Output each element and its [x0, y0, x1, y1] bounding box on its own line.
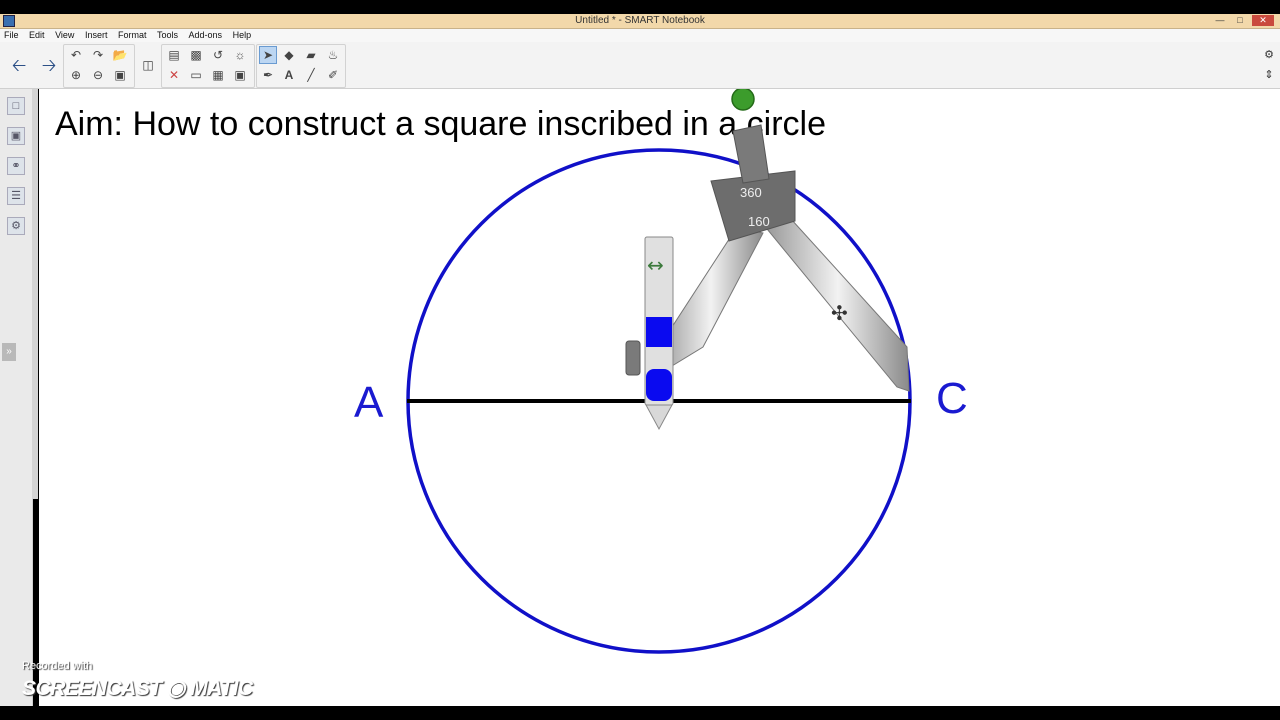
- pens-icon[interactable]: ✒: [259, 66, 277, 84]
- watermark-logo-ring-icon: ◉: [167, 677, 185, 700]
- menu-insert[interactable]: Insert: [81, 29, 112, 42]
- undo-icon[interactable]: ↶: [67, 46, 85, 64]
- addons-icon[interactable]: ⚙: [7, 217, 25, 235]
- menu-tools[interactable]: Tools: [153, 29, 182, 42]
- menu-edit[interactable]: Edit: [25, 29, 49, 42]
- compass-pencil-lead-upper: [646, 317, 672, 347]
- screen-shade-icon[interactable]: ▭: [187, 66, 205, 84]
- eraser-icon[interactable]: ▰: [302, 46, 320, 64]
- toolbar: 🡠 🡢 ↶ ↷ 📂 ⊕ ⊖ ▣ ◫ ▤ ▩ ↺ ☼ ✕ ▭ ▦ ▣ ➤ ◆ ▰ …: [0, 42, 1280, 89]
- compass-pencil-lead-lower: [646, 369, 672, 401]
- menu-addons[interactable]: Add-ons: [185, 29, 227, 42]
- window-title: Untitled * - SMART Notebook: [575, 15, 705, 26]
- settings-gear-icon[interactable]: ⚙: [1262, 48, 1276, 62]
- open-file-icon[interactable]: 📂: [111, 46, 129, 64]
- resize-arrows-icon[interactable]: ↔: [647, 253, 664, 277]
- svg-text:C: C: [936, 374, 968, 423]
- compass-pencil-clamp[interactable]: [625, 340, 641, 376]
- delete-page-icon[interactable]: ⊖: [89, 66, 107, 84]
- gallery-icon[interactable]: ▣: [7, 127, 25, 145]
- redo-icon[interactable]: ↷: [89, 46, 107, 64]
- minimize-icon[interactable]: —: [1212, 15, 1228, 26]
- screen-bottom-strip: [0, 706, 1280, 720]
- close-icon[interactable]: ✕: [1252, 15, 1274, 26]
- menu-format[interactable]: Format: [114, 29, 151, 42]
- maximize-icon[interactable]: □: [1232, 15, 1248, 26]
- menu-file[interactable]: File: [0, 29, 23, 42]
- save-icon[interactable]: ▣: [111, 66, 129, 84]
- menu-help[interactable]: Help: [229, 29, 256, 42]
- compass-angle-label: 360: [740, 185, 762, 200]
- text-icon[interactable]: A: [280, 66, 298, 84]
- attachments-icon[interactable]: ⚭: [7, 157, 25, 175]
- label-c: C: [936, 374, 968, 423]
- display-icon[interactable]: ◫: [139, 56, 157, 74]
- compass-handle[interactable]: [732, 124, 770, 184]
- compass-radius-label: 160: [748, 214, 770, 229]
- svg-text:A: A: [354, 378, 384, 427]
- construction-drawing: A C 360 160 ↔ ✣: [354, 89, 968, 654]
- sidebar-expand-icon[interactable]: »: [2, 343, 16, 361]
- full-screen-icon[interactable]: ▣: [231, 66, 249, 84]
- side-tab-panel: □ ▣ ⚭ ☰ ⚙ »: [0, 89, 33, 710]
- screen-capture-icon[interactable]: ▩: [187, 46, 205, 64]
- forward-arrow-icon[interactable]: 🡢: [37, 53, 61, 77]
- shapes-icon[interactable]: ◆: [280, 46, 298, 64]
- magic-pen-icon[interactable]: ✐: [324, 66, 342, 84]
- back-arrow-icon[interactable]: 🡠: [7, 53, 31, 77]
- watermark-matic: MATIC: [190, 677, 253, 700]
- line-icon[interactable]: ╱: [302, 66, 320, 84]
- move-cursor-icon: ✣: [831, 301, 848, 325]
- toolbar-move-icon[interactable]: ⇕: [1262, 68, 1276, 82]
- select-icon[interactable]: ➤: [259, 46, 277, 64]
- watermark-screencast: SCREENCAST: [22, 677, 162, 700]
- compass-pencil-leg[interactable]: [658, 226, 764, 370]
- fill-icon[interactable]: ♨: [324, 46, 342, 64]
- delete-icon[interactable]: ✕: [165, 66, 183, 84]
- compass-rotate-handle[interactable]: [731, 89, 755, 111]
- watermark-logo: SCREENCAST ◉ MATIC: [22, 676, 253, 701]
- page-sorter-icon[interactable]: □: [7, 97, 25, 115]
- menu-bar: File Edit View Insert Format Tools Add-o…: [0, 29, 1280, 42]
- screen-top-strip: [0, 0, 1280, 14]
- menu-view[interactable]: View: [51, 29, 78, 42]
- capture-icon[interactable]: ☼: [231, 46, 249, 64]
- compass-pencil-tip: [645, 404, 673, 431]
- properties-icon[interactable]: ☰: [7, 187, 25, 205]
- sidebar-scrollbar[interactable]: [32, 89, 38, 499]
- page-reset-icon[interactable]: ↺: [209, 46, 227, 64]
- add-page-icon[interactable]: ⊕: [67, 66, 85, 84]
- watermark-recorded-with: Recorded with: [22, 660, 93, 672]
- table-icon[interactable]: ▦: [209, 66, 227, 84]
- paste-icon[interactable]: ▤: [165, 46, 183, 64]
- title-bar: Untitled * - SMART Notebook — □ ✕: [0, 14, 1280, 29]
- label-a: A: [354, 378, 384, 427]
- notebook-page[interactable]: Aim: How to construct a square inscribed…: [39, 89, 1280, 706]
